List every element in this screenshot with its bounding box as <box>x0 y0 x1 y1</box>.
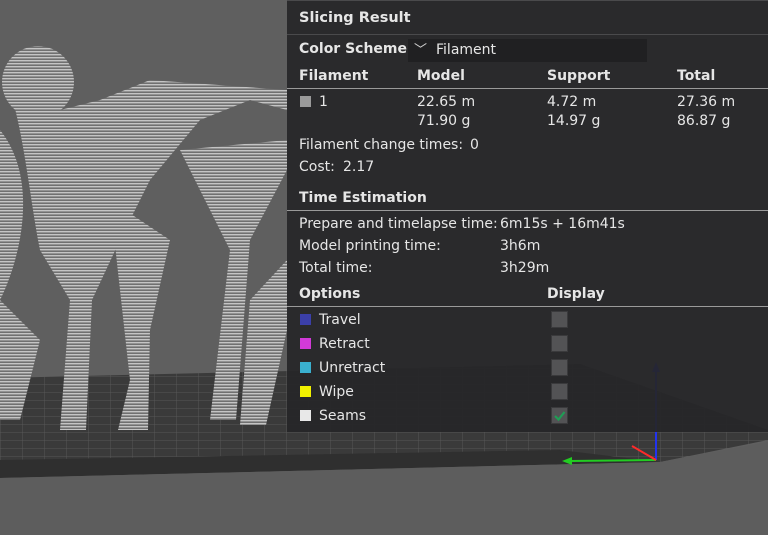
option-seams: Seams <box>287 404 768 428</box>
retract-display-checkbox[interactable] <box>551 335 568 352</box>
wipe-display-checkbox[interactable] <box>551 383 568 400</box>
option-label: Seams <box>319 408 367 424</box>
header-filament: Filament <box>299 68 369 84</box>
wipe-color-swatch <box>300 386 311 397</box>
total-time-value: 3h29m <box>500 260 550 276</box>
filament-table-header: Filament Model Support Total <box>287 64 768 88</box>
filament-id: 1 <box>319 94 328 110</box>
cost-label: Cost: <box>299 159 335 175</box>
travel-color-swatch <box>300 314 311 325</box>
filament-change-value: 0 <box>470 137 479 153</box>
option-label: Wipe <box>319 384 354 400</box>
unretract-display-checkbox[interactable] <box>551 359 568 376</box>
prepare-time-value: 6m15s + 16m41s <box>500 216 625 232</box>
color-scheme-label: Color Scheme <box>299 41 408 57</box>
total-time-label: Total time: <box>299 260 373 276</box>
filament-change-label: Filament change times: <box>299 137 464 153</box>
prepare-time-label: Prepare and timelapse time: <box>299 216 498 232</box>
option-retract: Retract <box>287 332 768 356</box>
support-weight: 14.97 g <box>547 113 601 129</box>
header-total: Total <box>677 68 716 84</box>
color-scheme-value: Filament <box>436 42 497 58</box>
option-unretract: Unretract <box>287 356 768 380</box>
option-wipe: Wipe <box>287 380 768 404</box>
options-header: Options <box>299 286 361 302</box>
time-estimation-title: Time Estimation <box>299 190 427 206</box>
checkmark-icon <box>554 411 566 422</box>
header-support: Support <box>547 68 611 84</box>
travel-display-checkbox[interactable] <box>551 311 568 328</box>
model-printing-time-label: Model printing time: <box>299 238 441 254</box>
option-travel: Travel <box>287 308 768 332</box>
unretract-color-swatch <box>300 362 311 373</box>
retract-color-swatch <box>300 338 311 349</box>
seams-color-swatch <box>300 410 311 421</box>
model-printing-time-value: 3h6m <box>500 238 541 254</box>
filament-color-swatch <box>300 96 311 107</box>
slicing-result-panel: Slicing Result Color Scheme ﹀ Filament F… <box>287 0 768 432</box>
option-label: Travel <box>319 312 361 328</box>
cost-value: 2.17 <box>343 159 375 175</box>
seams-display-checkbox[interactable] <box>551 407 568 424</box>
panel-title: Slicing Result <box>299 10 411 26</box>
option-label: Unretract <box>319 360 386 376</box>
model-weight: 71.90 g <box>417 113 471 129</box>
option-label: Retract <box>319 336 370 352</box>
total-weight: 86.87 g <box>677 113 731 129</box>
chevron-down-icon: ﹀ <box>414 43 428 58</box>
header-model: Model <box>417 68 465 84</box>
color-scheme-dropdown[interactable]: ﹀ Filament <box>408 39 647 62</box>
display-header: Display <box>547 286 605 302</box>
